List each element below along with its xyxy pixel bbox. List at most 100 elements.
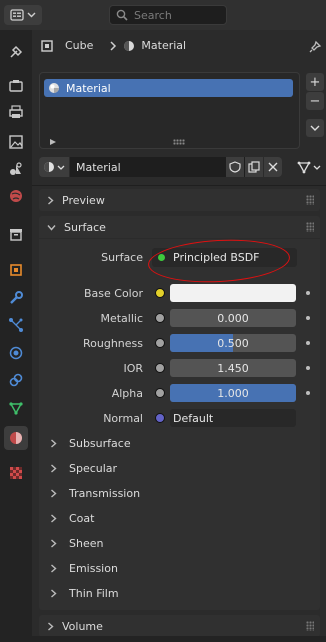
breadcrumb-context: Material [141,39,187,52]
tab-constraints[interactable] [4,368,28,392]
browse-material-button[interactable] [39,157,69,177]
subpanel-coat[interactable]: Coat [50,508,94,528]
properties-tab-strip [0,30,32,642]
chevron-right-icon [51,438,57,448]
bottom-edge [32,636,326,642]
surface-shader-selector[interactable]: Principled BSDF [152,248,297,267]
normal-input[interactable]: Default [170,409,296,427]
normal-value: Default [173,411,214,425]
surface-label: Surface [101,251,143,264]
node-link-icon [297,161,311,174]
prop-label-metallic: Metallic [100,312,143,325]
chevron-right-icon [110,40,117,51]
resize-handle[interactable] [173,139,185,145]
search-icon [116,9,128,21]
add-slot-button[interactable]: + [306,73,324,91]
keyframe-dot[interactable] [306,316,310,320]
subpanel-thin-film[interactable]: Thin Film [50,583,119,603]
keyframe-dot[interactable] [306,391,310,395]
float-socket-icon[interactable] [155,363,165,373]
divider [32,185,326,186]
keyframe-dot[interactable] [306,291,310,295]
tab-tool[interactable] [4,40,28,64]
search-input[interactable]: Search [109,5,227,25]
chevron-right-icon [48,621,54,631]
plus-icon: + [309,74,321,90]
base-color-swatch[interactable] [170,284,296,302]
prop-label-ior: IOR [123,362,143,375]
panel-volume-header[interactable]: Volume [39,615,320,637]
properties-header: Cube Material [32,30,326,64]
duplicate-material-button[interactable] [245,157,263,177]
particles-icon [9,318,23,332]
collection-icon [10,229,22,241]
roughness-value: 0.500 [217,336,249,350]
metallic-value: 0.000 [217,311,249,325]
drag-handle[interactable] [306,195,314,205]
tab-particles[interactable] [4,313,28,337]
alpha-slider[interactable]: 1.000 [170,384,296,402]
subpanel-title: Thin Film [69,586,119,600]
ior-value: 1.450 [217,361,249,375]
drag-handle[interactable] [306,621,314,631]
keyframe-dot[interactable] [306,341,310,345]
tab-object[interactable] [4,258,28,282]
chevron-down-icon [57,165,65,170]
tab-output[interactable] [4,100,28,124]
vector-socket-icon[interactable] [155,413,165,423]
panel-surface-header[interactable]: Surface [39,216,320,238]
play-small-icon[interactable] [50,139,56,145]
pin-icon[interactable] [308,40,322,54]
editor-type-dropdown[interactable] [4,5,42,25]
drag-handle[interactable] [306,222,314,232]
unlink-material-button[interactable] [264,157,282,177]
constraint-icon [9,373,23,387]
search-placeholder: Search [134,8,172,22]
roughness-slider[interactable]: 0.500 [170,334,296,352]
chevron-right-icon [48,195,54,205]
list-item[interactable]: Material [44,79,293,97]
tab-collection[interactable] [4,222,28,246]
breadcrumb-object: Cube [65,39,94,52]
panel-preview-title: Preview [62,193,105,207]
subpanel-specular[interactable]: Specular [50,458,117,478]
link-type-dropdown[interactable] [297,157,323,177]
printer-icon [9,105,23,118]
tab-object-data[interactable] [4,396,28,420]
panel-preview-header[interactable]: Preview [39,189,320,211]
world-icon [10,190,22,202]
tab-render[interactable] [4,74,28,98]
subpanel-title: Emission [69,561,118,575]
fake-user-button[interactable] [226,157,244,177]
tab-scene[interactable] [4,157,28,181]
float-socket-icon[interactable] [155,388,165,398]
remove-slot-button[interactable]: − [306,92,324,110]
metallic-slider[interactable]: 0.000 [170,309,296,327]
top-bar: Search [0,0,326,30]
properties-editor-icon [10,9,24,21]
tab-texture[interactable] [4,461,28,485]
close-icon [268,162,278,172]
subpanel-sheen[interactable]: Sheen [50,533,103,553]
tab-modifiers[interactable] [4,286,28,310]
tab-view-layer[interactable] [4,130,28,154]
subpanel-transmission[interactable]: Transmission [50,483,140,503]
float-socket-icon[interactable] [155,313,165,323]
material-icon [10,432,22,444]
ior-field[interactable]: 1.450 [170,359,296,377]
chevron-down-icon [313,165,321,170]
material-slot-list: Material [39,72,300,149]
slot-specials-button[interactable] [306,119,324,137]
subpanel-emission[interactable]: Emission [50,558,118,578]
float-socket-icon[interactable] [155,338,165,348]
tab-material[interactable] [4,426,28,450]
tab-world[interactable] [4,184,28,208]
material-sphere-icon [44,162,54,172]
tab-physics[interactable] [4,341,28,365]
breadcrumb: Cube Material [41,39,186,52]
image-icon [9,135,23,149]
subpanel-subsurface[interactable]: Subsurface [50,433,131,453]
color-socket-icon[interactable] [155,288,165,298]
keyframe-dot[interactable] [306,366,310,370]
render-icon [9,80,23,92]
